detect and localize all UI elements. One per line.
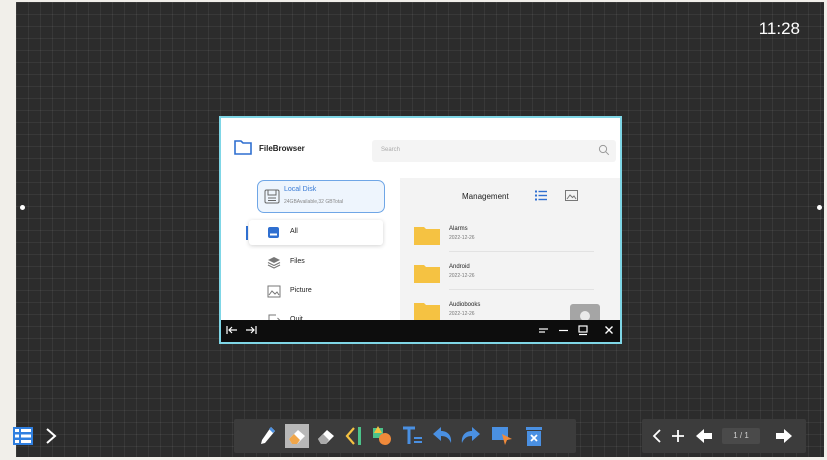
select-icon[interactable] <box>490 424 514 448</box>
close-icon[interactable] <box>603 324 615 336</box>
file-name: Android <box>449 264 470 270</box>
row-divider <box>449 289 594 290</box>
file-date: 2022-12-26 <box>449 311 475 317</box>
previous-page-icon[interactable] <box>694 426 714 446</box>
left-edge-handle[interactable] <box>20 205 25 210</box>
folder-icon <box>414 303 440 321</box>
file-browser-window[interactable]: FileBrowser Search Local Disk 24GBAvaila… <box>219 116 622 344</box>
disk-capacity: 24GBAvailable,32 GBTotal <box>284 199 344 205</box>
folder-outline-icon <box>234 140 252 155</box>
clock: 11:28 <box>758 19 800 38</box>
chevron-left-icon[interactable] <box>650 426 664 446</box>
list-view-icon[interactable] <box>535 190 547 201</box>
folder-icon <box>414 227 440 245</box>
undo-icon[interactable] <box>430 424 454 448</box>
clear-eraser-icon[interactable] <box>314 424 338 448</box>
sidebar-item-files[interactable]: Files <box>249 250 383 275</box>
next-page-icon[interactable] <box>774 426 794 446</box>
right-edge-handle[interactable] <box>817 205 822 210</box>
chevron-right-icon[interactable] <box>42 426 60 446</box>
eraser-icon[interactable] <box>285 424 309 448</box>
file-name: Alarms <box>449 226 468 232</box>
page-indicator[interactable]: 1 / 1 <box>722 428 760 444</box>
disk-icon <box>264 189 280 204</box>
image-icon <box>267 285 281 298</box>
sidebar-item-label: All <box>290 228 298 235</box>
row-divider <box>449 251 594 252</box>
search-input[interactable]: Search <box>372 140 616 162</box>
search-placeholder: Search <box>381 147 401 153</box>
app-title: FileBrowser <box>259 144 305 153</box>
drive-icon <box>268 227 279 238</box>
file-browser-header: FileBrowser Search <box>221 118 620 174</box>
file-date: 2022-12-26 <box>449 235 475 241</box>
shapes-icon[interactable] <box>370 424 394 448</box>
page-navigator: 1 / 1 <box>642 419 806 453</box>
add-page-icon[interactable] <box>670 426 686 446</box>
delete-icon[interactable] <box>522 424 546 448</box>
menu-grid-icon[interactable] <box>13 426 33 446</box>
sidebar: Local Disk 24GBAvailable,32 GBTotal All … <box>221 174 399 327</box>
sidebar-item-all[interactable]: All <box>246 220 383 245</box>
file-name: Audiobooks <box>449 302 481 308</box>
text-icon[interactable] <box>400 424 424 448</box>
file-row[interactable]: Android 2022-12-26 <box>414 258 594 296</box>
local-disk-card[interactable]: Local Disk 24GBAvailable,32 GBTotal <box>257 180 385 213</box>
selection-indicator <box>246 226 248 240</box>
drawing-toolbar <box>234 419 576 453</box>
redo-icon[interactable] <box>459 424 483 448</box>
sidebar-item-picture[interactable]: Picture <box>249 279 383 304</box>
thumbnail-view-icon[interactable] <box>565 190 578 201</box>
panel-heading: Management <box>462 192 509 201</box>
pen-icon[interactable] <box>256 424 280 448</box>
sidebar-item-label: Files <box>290 258 305 265</box>
minimize-icon[interactable] <box>557 324 569 336</box>
search-icon[interactable] <box>598 144 610 156</box>
window-control-bar <box>221 320 620 342</box>
menu-icon[interactable] <box>537 324 549 336</box>
whiteboard-canvas[interactable]: 11:28 FileBrowser Search Local Disk 24GB… <box>16 2 824 457</box>
dock-right-icon[interactable] <box>245 324 257 336</box>
file-row[interactable]: Alarms 2022-12-26 <box>414 220 594 258</box>
layers-icon <box>267 257 281 269</box>
dock-left-icon[interactable] <box>226 324 238 336</box>
ruler-icon[interactable] <box>342 424 366 448</box>
file-list-panel: Management Alarms 2022-12-26 Android 202… <box>400 178 620 330</box>
file-date: 2022-12-26 <box>449 273 475 279</box>
disk-name: Local Disk <box>284 186 317 193</box>
maximize-icon[interactable] <box>577 324 589 336</box>
sidebar-item-label: Picture <box>290 287 312 294</box>
folder-icon <box>414 265 440 283</box>
